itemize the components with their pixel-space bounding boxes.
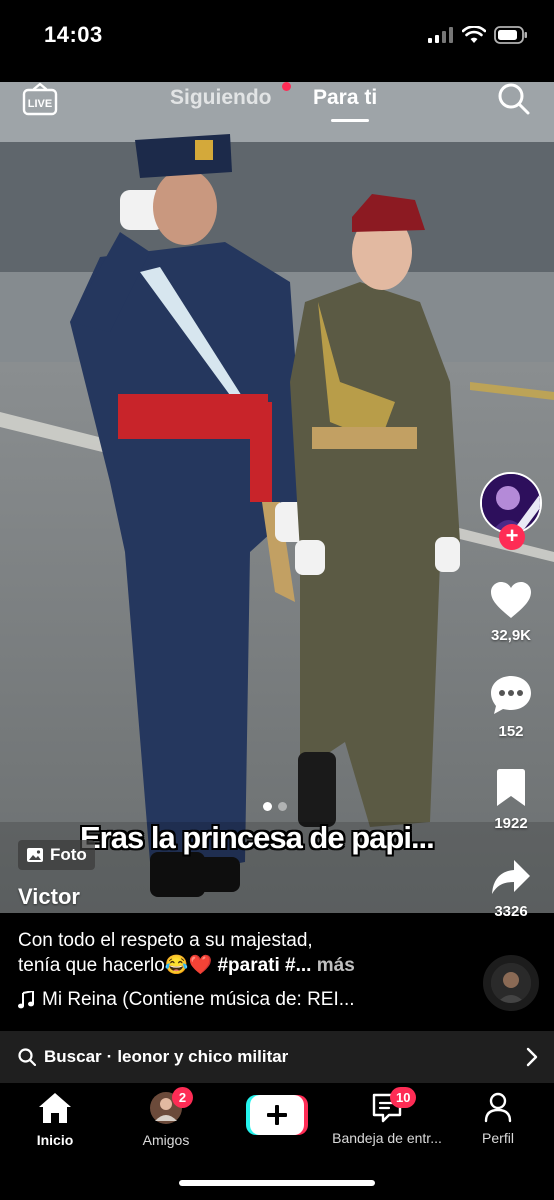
- share-action[interactable]: 3326: [478, 858, 544, 920]
- description-line-2: tenía que hacerlo😂❤️ #parati #... más: [18, 953, 458, 978]
- nav-profile[interactable]: Perfil: [443, 1091, 553, 1146]
- status-time: 14:03: [44, 22, 103, 47]
- description-line-1: Con todo el respeto a su majestad,: [18, 930, 313, 951]
- music-title: Mi Reina (Contiene música de: REI...: [42, 989, 355, 1010]
- music-info[interactable]: Mi Reina (Contiene música de: REI...: [18, 989, 468, 1011]
- follow-plus-button[interactable]: +: [499, 524, 525, 550]
- carousel-dot-2: [278, 802, 287, 811]
- heart-icon[interactable]: [489, 580, 533, 620]
- live-icon[interactable]: LIVE: [22, 82, 58, 118]
- carousel-dot-1: [263, 802, 272, 811]
- search-query: leonor y chico militar: [117, 1047, 289, 1066]
- signal-icon: [428, 27, 453, 43]
- status-icons: [428, 26, 528, 44]
- search-prefix: Buscar: [44, 1047, 102, 1066]
- share-icon[interactable]: [490, 858, 532, 896]
- inbox-badge: 10: [390, 1087, 417, 1108]
- post-photo[interactable]: [0, 82, 554, 913]
- description-hashtags[interactable]: #parati #...: [217, 955, 311, 976]
- like-action[interactable]: 32,9K: [478, 580, 544, 644]
- photo-text-overlay: Eras la princesa de papi...: [80, 820, 435, 855]
- profile-icon: [484, 1092, 512, 1123]
- comment-action[interactable]: 152: [478, 674, 544, 740]
- home-icon: [39, 1093, 71, 1123]
- save-count: 1922: [494, 815, 528, 832]
- save-action[interactable]: 1922: [478, 768, 544, 832]
- post-description[interactable]: Con todo el respeto a su majestad, tenía…: [18, 928, 458, 978]
- search-icon[interactable]: [497, 82, 531, 116]
- create-plus-button[interactable]: [246, 1095, 308, 1135]
- description-emojis: 😂❤️: [164, 955, 213, 976]
- share-count: 3326: [494, 903, 528, 920]
- nav-profile-label: Perfil: [482, 1130, 514, 1146]
- creator-avatar-group[interactable]: +: [480, 472, 542, 552]
- nav-home[interactable]: Inicio: [0, 1091, 110, 1148]
- nav-friends-label: Amigos: [142, 1132, 190, 1148]
- description-more-link[interactable]: más: [317, 955, 355, 976]
- comment-count: 152: [498, 723, 524, 740]
- like-count: 32,9K: [490, 627, 532, 644]
- image-icon: [27, 848, 43, 862]
- chevron-right-icon: [526, 1047, 538, 1067]
- top-nav: LIVE Siguiendo Para ti: [0, 82, 554, 132]
- nav-inbox[interactable]: 10 Bandeja de entr...: [332, 1087, 442, 1146]
- description-text: tenía que hacerlo: [18, 955, 165, 976]
- parade-photo-image: [0, 82, 554, 913]
- tab-for-you[interactable]: Para ti: [313, 86, 377, 110]
- music-disc[interactable]: [483, 955, 539, 1011]
- home-indicator: [179, 1180, 375, 1186]
- search-icon: [18, 1048, 36, 1066]
- bookmark-icon[interactable]: [495, 768, 527, 808]
- wifi-icon: [462, 26, 486, 43]
- following-notification-dot: [282, 82, 291, 91]
- friends-badge: 2: [172, 1087, 193, 1108]
- nav-friends[interactable]: 2 Amigos: [111, 1087, 221, 1148]
- carousel-dots: [263, 802, 287, 811]
- author-name[interactable]: Victor: [18, 884, 80, 910]
- photo-type-badge: Foto: [18, 840, 95, 870]
- tab-following[interactable]: Siguiendo: [170, 86, 272, 110]
- photo-type-label: Foto: [50, 845, 87, 864]
- related-search-bar[interactable]: Buscar · leonor y chico militar: [0, 1031, 554, 1083]
- live-label: LIVE: [28, 98, 52, 110]
- comment-icon[interactable]: [489, 674, 533, 716]
- search-separator: ·: [106, 1047, 113, 1066]
- nav-home-label: Inicio: [36, 1132, 74, 1148]
- status-bar: 14:03: [0, 0, 554, 82]
- music-disc-cover: [491, 963, 531, 1003]
- active-tab-indicator: [331, 119, 369, 122]
- music-note-icon: [18, 991, 34, 1009]
- battery-icon: [494, 26, 527, 44]
- nav-inbox-label: Bandeja de entr...: [332, 1130, 442, 1146]
